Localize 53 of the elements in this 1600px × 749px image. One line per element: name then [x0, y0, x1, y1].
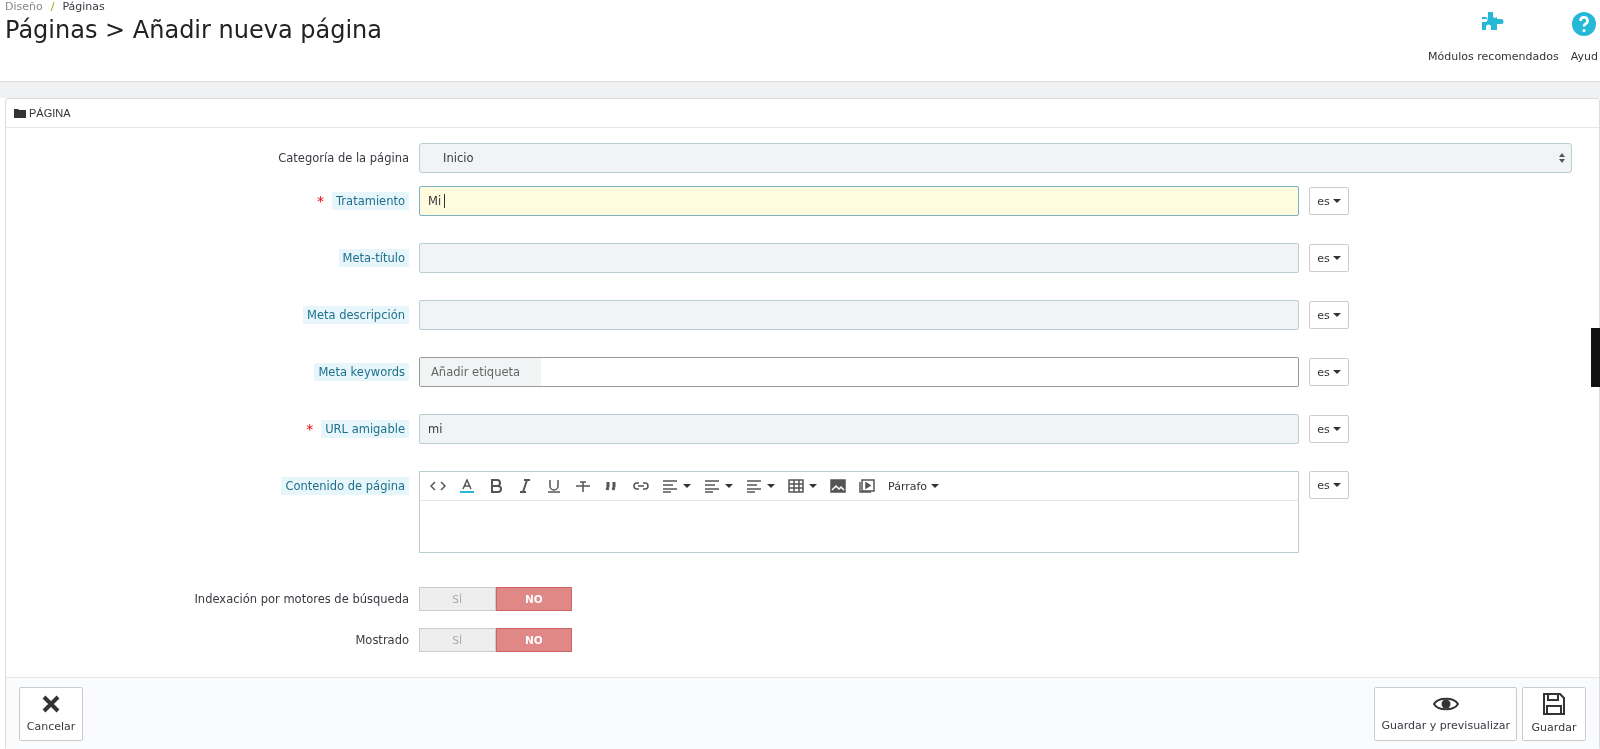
image-tool-icon[interactable] [830, 479, 846, 493]
panel-title: PÁGINA [29, 107, 71, 119]
ol-tool-icon[interactable] [746, 479, 775, 493]
format-dropdown[interactable]: Párrafo [888, 479, 940, 493]
media-tool-icon[interactable] [859, 479, 875, 493]
text-input[interactable]: Mi [419, 186, 1299, 216]
code-tool-icon[interactable] [430, 479, 446, 493]
field-label: Categoría de la página [278, 151, 409, 165]
language-dropdown[interactable]: es [1309, 415, 1349, 443]
bold-tool-icon[interactable] [488, 479, 504, 493]
italic-tool-icon[interactable] [517, 479, 533, 493]
language-dropdown[interactable]: es [1309, 358, 1349, 386]
field-label: Contenido de página [281, 477, 409, 495]
breadcrumb-separator: / [50, 0, 55, 14]
modules-button[interactable]: Módulos recomendados [1428, 12, 1559, 81]
align-tool-icon[interactable] [662, 479, 691, 493]
field-label: Meta-título [338, 249, 409, 267]
ul-tool-icon[interactable] [704, 479, 733, 493]
field-label: Tratamiento [332, 192, 409, 210]
field-label: Mostrado [355, 633, 409, 647]
field-label: Meta keywords [314, 363, 409, 381]
tags-input[interactable]: Añadir etiqueta [419, 357, 1299, 387]
field-label: URL amigable [321, 420, 409, 438]
help-icon [1572, 12, 1597, 36]
help-button[interactable]: Ayud [1570, 12, 1598, 81]
cancel-button[interactable]: Cancelar [19, 686, 83, 741]
eye-icon [1432, 695, 1459, 713]
close-icon [41, 694, 61, 714]
updown-icon [1559, 153, 1565, 163]
field-label: Meta descripción [303, 306, 409, 324]
rich-text-editor[interactable]: Párrafo [419, 471, 1299, 553]
color-tool-icon[interactable] [459, 479, 475, 493]
text-input[interactable] [419, 243, 1299, 273]
language-dropdown[interactable]: es [1309, 187, 1349, 215]
category-select[interactable]: Inicio [419, 143, 1572, 173]
page-title: Páginas > Añadir nueva página [5, 16, 382, 44]
language-dropdown[interactable]: es [1309, 244, 1349, 272]
underline-tool-icon[interactable] [546, 479, 562, 493]
language-dropdown[interactable]: es [1309, 471, 1349, 499]
breadcrumb-link[interactable]: Diseño [5, 0, 43, 14]
save-and-preview-button[interactable]: Guardar y previsualizar [1374, 686, 1517, 741]
language-dropdown[interactable]: es [1309, 301, 1349, 329]
text-input[interactable] [419, 300, 1299, 330]
text-input[interactable]: mi [419, 414, 1299, 444]
required-marker: * [317, 193, 324, 209]
save-button[interactable]: Guardar [1522, 686, 1586, 741]
table-tool-icon[interactable] [788, 479, 817, 493]
breadcrumb-link[interactable]: Páginas [62, 0, 105, 14]
field-label: Indexación por motores de búsqueda [194, 592, 409, 606]
strike-tool-icon[interactable] [575, 479, 591, 493]
required-marker: * [306, 421, 314, 437]
folder-icon [14, 108, 26, 118]
link-tool-icon[interactable] [633, 479, 649, 493]
